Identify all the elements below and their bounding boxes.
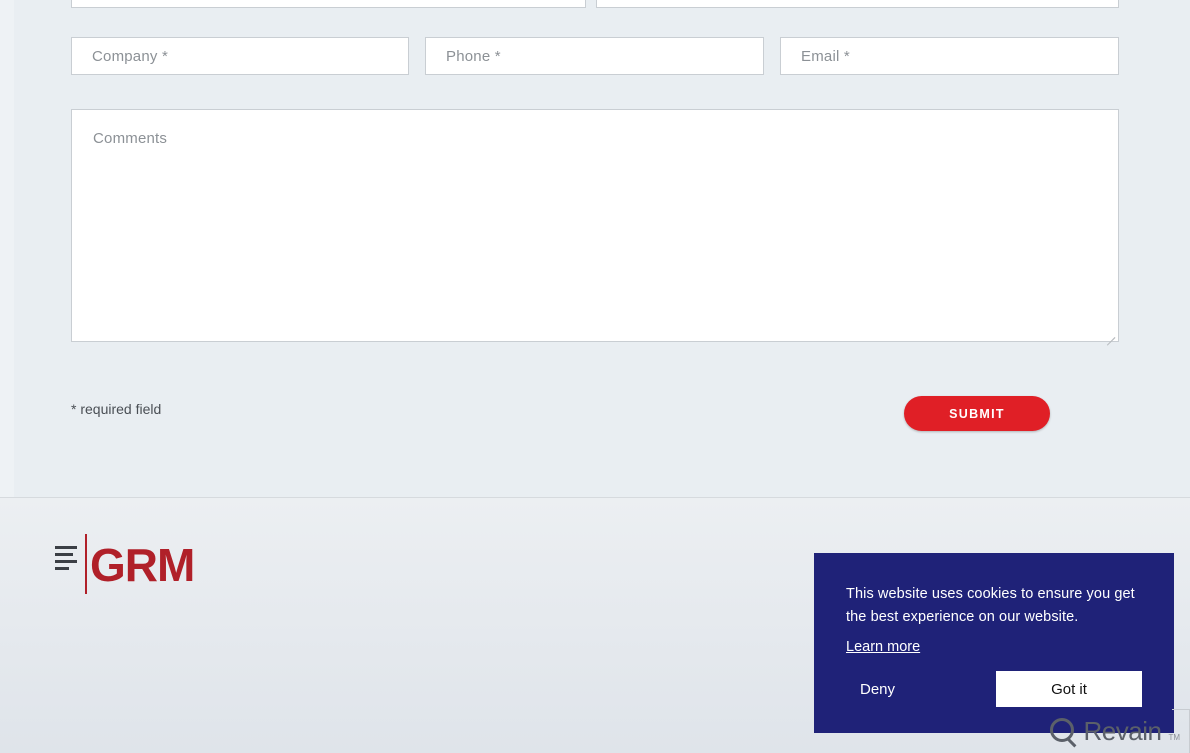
contact-form-section: Company * Phone * Email * Comments * req… <box>0 0 1190 497</box>
grm-logo[interactable]: GRM <box>55 532 195 594</box>
cookie-accept-button[interactable]: Got it <box>996 671 1142 707</box>
phone-field[interactable]: Phone * <box>425 37 764 75</box>
frame-tick-horizontal <box>1172 709 1190 710</box>
cookie-message: This website uses cookies to ensure you … <box>846 586 1135 625</box>
textarea-resize-handle[interactable] <box>1103 326 1117 346</box>
title-field-partial[interactable] <box>596 0 1119 8</box>
name-field-partial[interactable] <box>71 0 586 8</box>
cookie-deny-button[interactable]: Deny <box>846 673 909 706</box>
comments-placeholder: Comments <box>93 130 168 147</box>
grm-mark-icon <box>55 546 81 576</box>
grm-logo-text: GRM <box>90 539 195 591</box>
page-left-rail <box>0 0 14 497</box>
cookie-consent-banner: This website uses cookies to ensure you … <box>814 553 1174 733</box>
grm-logo-bar <box>85 534 87 594</box>
footer-divider <box>0 497 1190 498</box>
company-field-placeholder: Company * <box>92 47 169 65</box>
phone-field-placeholder: Phone * <box>446 47 501 65</box>
required-field-note: * required field <box>71 401 162 417</box>
revain-trademark: TM <box>1168 733 1180 742</box>
email-field-placeholder: Email * <box>801 47 850 65</box>
comments-textarea[interactable]: Comments <box>71 109 1119 346</box>
cookie-actions: Deny Got it <box>846 671 1142 707</box>
submit-button[interactable]: SUBMIT <box>904 396 1050 431</box>
revain-watermark: Revain TM <box>1049 716 1180 748</box>
company-field[interactable]: Company * <box>71 37 409 75</box>
cookie-learn-more-link[interactable]: Learn more <box>846 639 920 655</box>
contact-form: Company * Phone * Email * Comments * req… <box>71 0 1119 497</box>
page-root: Company * Phone * Email * Comments * req… <box>0 0 1190 753</box>
revain-wordmark: Revain <box>1083 716 1162 746</box>
revain-logo-icon <box>1049 718 1077 748</box>
email-field[interactable]: Email * <box>780 37 1119 75</box>
